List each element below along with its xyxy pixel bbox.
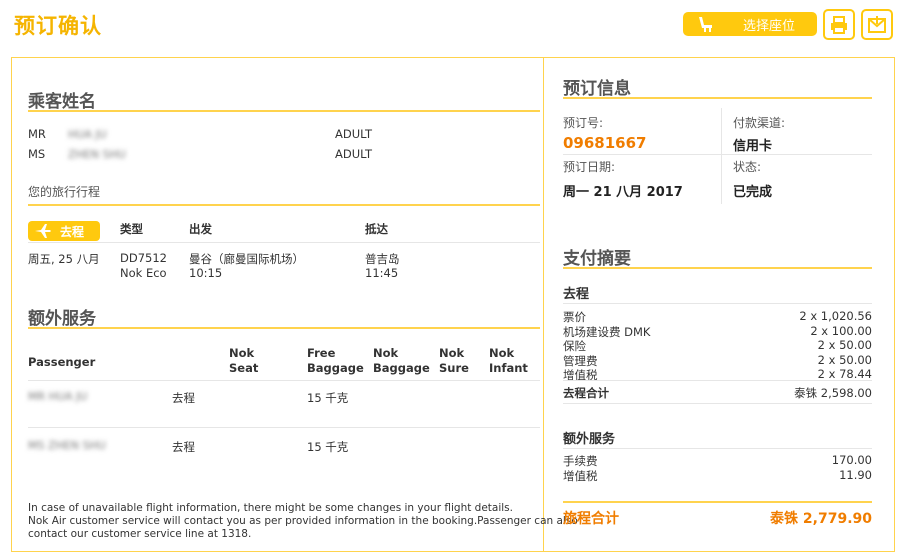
payment-outbound-divider xyxy=(563,303,872,304)
booking-date: 周一 21 八月 2017 xyxy=(563,185,683,200)
footer-note-line-2: Nok Air customer service will contact yo… xyxy=(28,515,578,527)
passenger-1-type: ADULT xyxy=(335,127,372,141)
booking-info-row-divider xyxy=(563,154,872,155)
extras-header-free-baggage-1: Free xyxy=(307,346,336,360)
email-button[interactable] xyxy=(861,9,893,40)
extras-row-divider xyxy=(28,427,540,428)
extras-header-nok-infant-1: Nok xyxy=(489,346,515,360)
booking-info-column-divider xyxy=(721,108,722,204)
itinerary-divider xyxy=(28,204,540,206)
extras-row-1-direction: 去程 xyxy=(172,391,195,405)
itinerary-header-arrive: 抵达 xyxy=(365,222,388,236)
booking-number: 09681667 xyxy=(563,134,647,152)
itinerary-header-depart: 出发 xyxy=(189,222,212,236)
payment-item-value: 2 x 78.44 xyxy=(817,367,872,381)
seat-icon xyxy=(699,17,712,32)
itinerary-header-divider xyxy=(28,242,540,243)
payment-summary-title: 支付摘要 xyxy=(563,249,631,269)
arrive-time: 11:45 xyxy=(365,266,399,280)
extras-header-nok-baggage-1: Nok xyxy=(373,346,399,360)
select-seat-label: 选择座位 xyxy=(743,18,796,34)
mail-icon xyxy=(868,15,886,33)
footer-note-line-1: In case of unavailable flight informatio… xyxy=(28,502,513,514)
footer-note-line-3: contact our customer service line at 131… xyxy=(28,528,252,540)
extras-header-nok-seat-1: Nok xyxy=(229,346,255,360)
payment-summary-divider xyxy=(563,267,872,269)
payment-extras-title: 额外服务 xyxy=(563,432,616,447)
itinerary-header-type: 类型 xyxy=(120,222,143,236)
payment-outbound-title: 去程 xyxy=(563,287,590,302)
payment-channel-label: 付款渠道: xyxy=(733,116,786,130)
fare-class: Nok Eco xyxy=(120,266,167,280)
payment-extras-divider xyxy=(563,448,872,449)
extras-row-1-name: MR HUA JU xyxy=(28,390,88,403)
passenger-1-name: HUA JU xyxy=(68,128,107,141)
payment-item-value: 2 x 1,020.56 xyxy=(799,309,872,323)
plane-icon xyxy=(35,224,51,238)
depart-place: 曼谷（廊曼国际机场） xyxy=(189,252,304,266)
page-title: 预订确认 xyxy=(14,14,102,38)
payment-item-value: 2 x 50.00 xyxy=(817,338,872,352)
extra-item-2-label: 增值税 xyxy=(563,469,598,483)
booking-info-title: 预订信息 xyxy=(563,79,631,99)
extras-row-2-free-baggage: 15 千克 xyxy=(307,440,349,454)
extra-item-1-value: 170.00 xyxy=(831,453,872,467)
passengers-title: 乘客姓名 xyxy=(28,92,96,112)
print-button[interactable] xyxy=(823,9,855,40)
outbound-badge: 去程 xyxy=(28,221,100,241)
passengers-divider xyxy=(28,110,540,112)
outbound-total-divider xyxy=(563,380,872,381)
extras-header-nok-sure-1: Nok xyxy=(439,346,465,360)
arrive-place: 普吉岛 xyxy=(365,252,400,266)
extras-title: 额外服务 xyxy=(28,309,96,329)
itinerary-title: 您的旅行行程 xyxy=(28,185,101,199)
payment-item-value: 2 x 50.00 xyxy=(817,352,872,367)
extras-row-1-free-baggage: 15 千克 xyxy=(307,391,349,405)
passenger-2-title: MS xyxy=(28,147,46,161)
payment-channel: 信用卡 xyxy=(733,139,773,154)
extras-header-passenger: Passenger xyxy=(28,355,96,369)
booking-info-divider xyxy=(563,97,872,99)
extras-header-nok-infant-2: Infant xyxy=(489,361,528,375)
extras-row-2-direction: 去程 xyxy=(172,440,195,454)
extras-header-nok-baggage-2: Baggage xyxy=(373,361,430,375)
grand-total-value: 泰铢 2,779.90 xyxy=(770,511,872,527)
extra-item-2-value: 11.90 xyxy=(839,468,872,482)
extras-header-free-baggage-2: Baggage xyxy=(307,361,364,375)
extras-header-nok-sure-2: Sure xyxy=(439,361,469,375)
printer-icon xyxy=(831,15,847,34)
select-seat-button[interactable]: 选择座位 xyxy=(683,12,817,36)
outbound-total-label: 去程合计 xyxy=(563,386,609,400)
grand-total-label: 旅程合计 xyxy=(563,511,619,527)
flight-number: DD7512 xyxy=(120,251,167,265)
extras-divider xyxy=(28,327,540,329)
status-value: 已完成 xyxy=(733,185,773,200)
extras-row-2-name: MS ZHEN SHU xyxy=(28,439,106,452)
extras-header-nok-seat-2: Seat xyxy=(229,361,259,375)
outbound-total-bottom-divider xyxy=(563,403,872,404)
passenger-2-type: ADULT xyxy=(335,147,372,161)
status-label: 状态: xyxy=(733,160,762,174)
passenger-1-title: MR xyxy=(28,127,46,141)
itinerary-date: 周五, 25 八月 xyxy=(28,252,100,266)
passenger-2-name: ZHEN SHU xyxy=(68,148,126,161)
booking-date-label: 预订日期: xyxy=(563,160,616,174)
outbound-badge-label: 去程 xyxy=(60,224,85,239)
depart-time: 10:15 xyxy=(189,266,223,280)
extra-item-1-label: 手续费 xyxy=(563,454,598,468)
extras-header-divider xyxy=(28,380,540,381)
outbound-total-value: 泰铢 2,598.00 xyxy=(794,386,872,400)
payment-item-value: 2 x 100.00 xyxy=(810,323,872,338)
grand-total-divider xyxy=(563,501,872,503)
booking-number-label: 预订号: xyxy=(563,116,604,130)
